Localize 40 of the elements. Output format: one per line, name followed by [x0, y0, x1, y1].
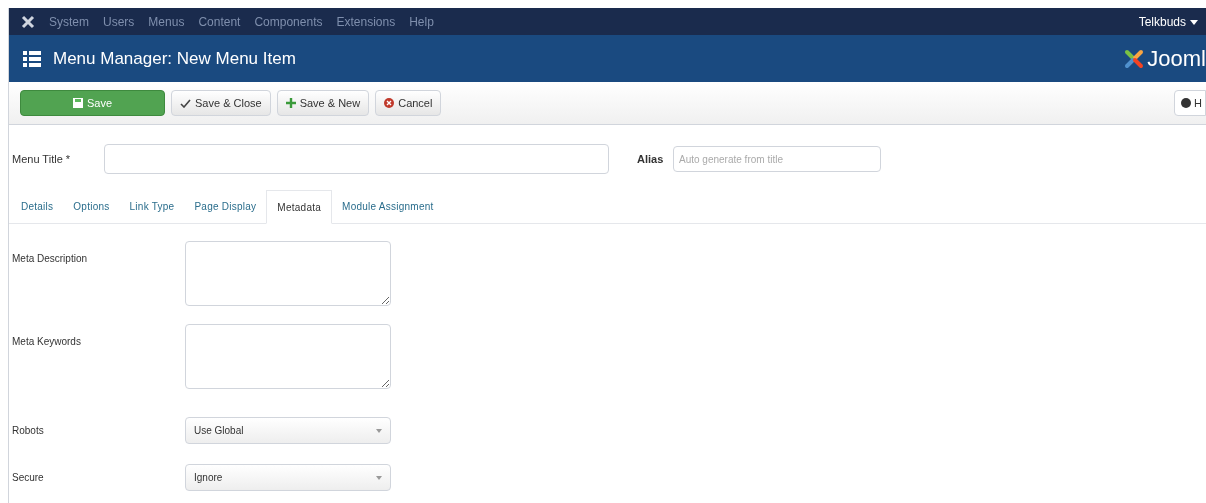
plus-icon — [285, 98, 296, 108]
nav-menu-item[interactable]: Extensions — [336, 12, 396, 31]
check-icon — [180, 98, 191, 108]
caret-icon — [376, 428, 382, 433]
nav-menu-item[interactable]: Help — [409, 12, 434, 31]
cancel-icon — [384, 98, 395, 108]
save-new-button[interactable]: Save & New — [276, 90, 370, 116]
tab[interactable]: Details — [11, 189, 64, 223]
tab[interactable]: Link Type — [119, 189, 185, 223]
caret-icon — [376, 475, 382, 480]
list-icon — [23, 50, 41, 67]
field-label: Meta Description — [12, 252, 89, 266]
nav-menu-item[interactable]: Content — [198, 12, 241, 31]
save-close-button[interactable]: Save & Close — [171, 90, 271, 116]
textarea-field[interactable] — [185, 324, 391, 389]
caret-icon — [1190, 17, 1198, 26]
nav-menu-item[interactable]: Components — [254, 12, 323, 31]
field-label: Alias — [637, 151, 665, 167]
menu-title-field[interactable] — [104, 144, 609, 174]
user-menu[interactable]: Telkbuds — [1138, 12, 1186, 31]
tab[interactable]: Module Assignment — [332, 189, 444, 223]
field-label: Robots — [12, 424, 45, 438]
textarea-field[interactable] — [185, 241, 391, 306]
tab[interactable]: Metadata — [266, 190, 333, 224]
cancel-button[interactable]: Cancel — [375, 90, 442, 116]
help-button[interactable]: H — [1174, 90, 1206, 116]
nav-menu-item[interactable]: Menus — [148, 12, 185, 31]
select-field[interactable]: Use Global — [185, 417, 391, 444]
tab[interactable]: Page Display — [184, 189, 267, 223]
field-label: Menu Title * — [12, 151, 72, 167]
select-field[interactable]: Ignore — [185, 464, 391, 491]
nav-menu-item[interactable]: Users — [103, 12, 135, 31]
logo-text: Jooml — [1147, 45, 1206, 73]
save-icon — [72, 98, 83, 108]
page-title: Menu Manager: New Menu Item — [53, 47, 296, 70]
alias-field[interactable]: Auto generate from title — [673, 146, 881, 172]
field-label: Meta Keywords — [12, 335, 82, 349]
field-label: Secure — [12, 471, 45, 485]
tab[interactable]: Options — [63, 189, 120, 223]
nav-menu-item[interactable]: System — [49, 12, 89, 31]
